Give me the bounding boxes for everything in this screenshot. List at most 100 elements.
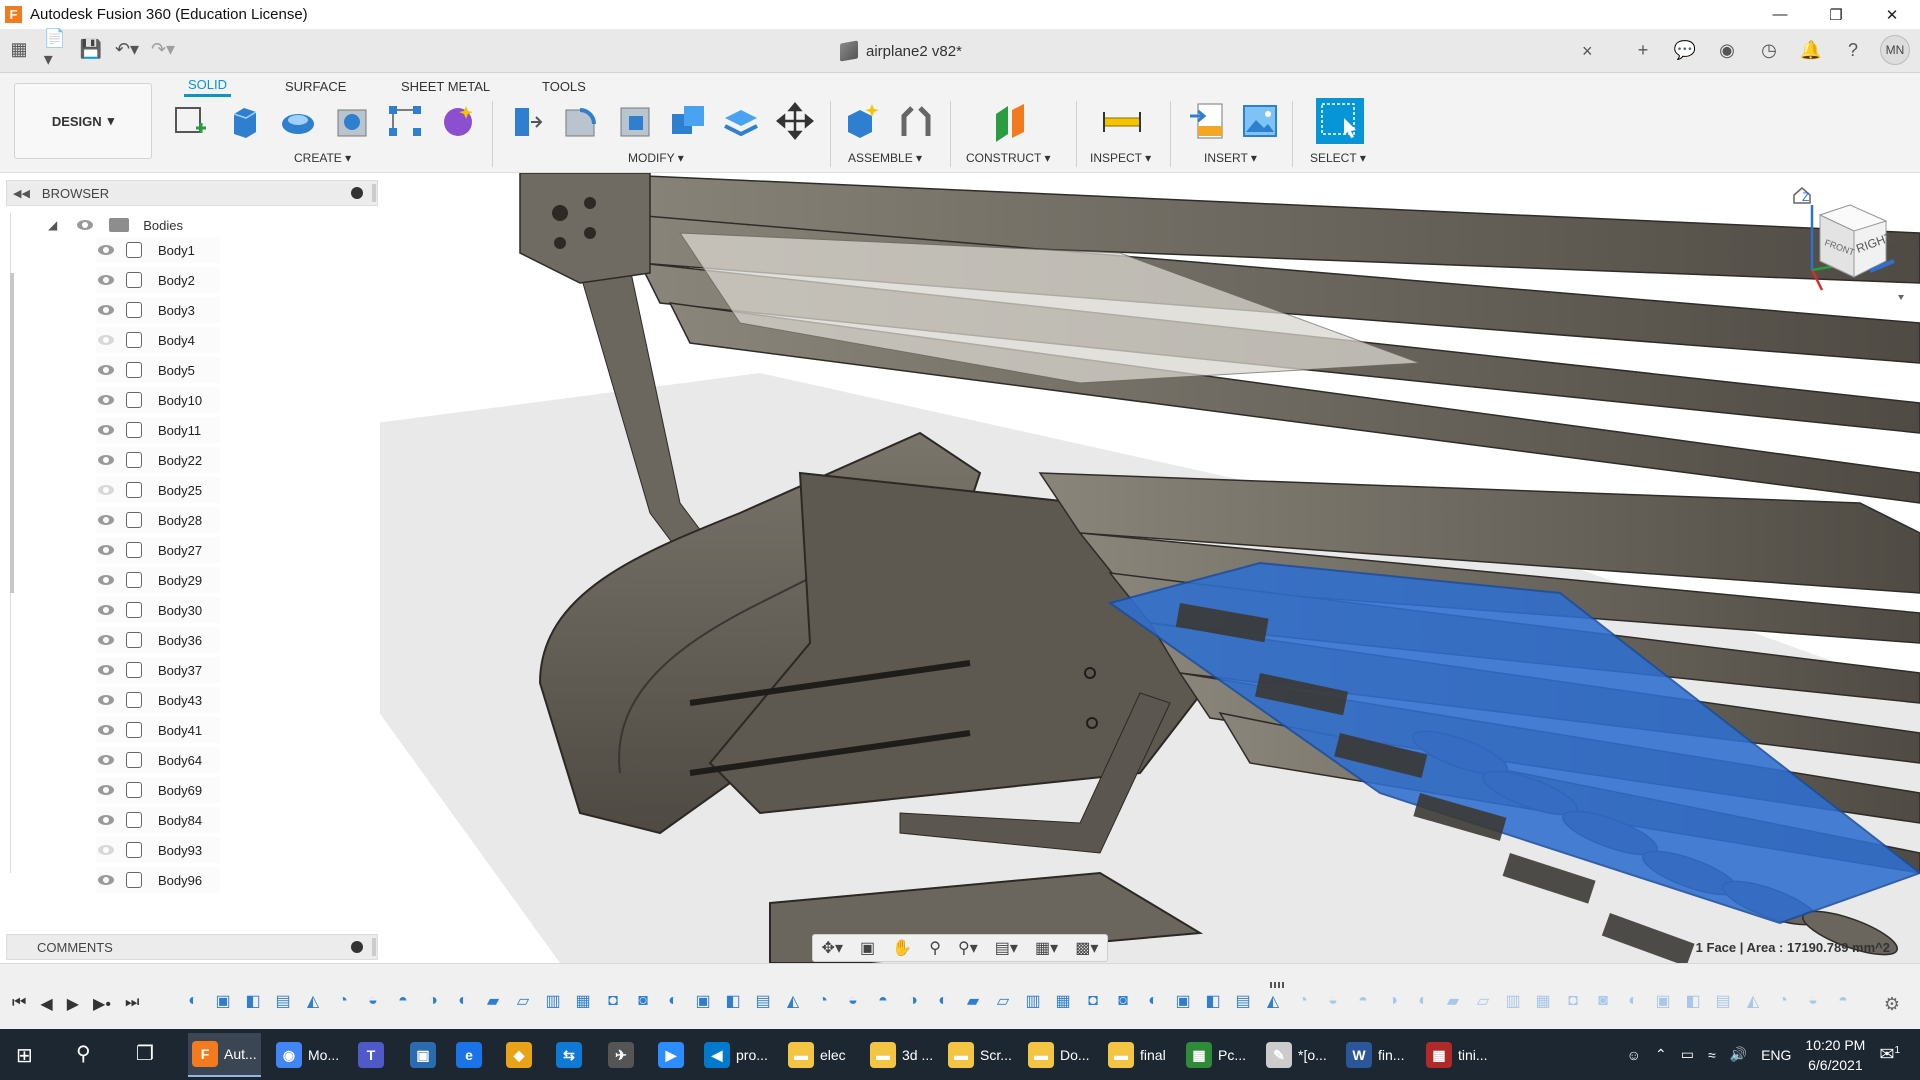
browser-body-row[interactable]: Body64 bbox=[96, 747, 220, 773]
visibility-eye-icon[interactable] bbox=[98, 395, 114, 405]
browser-body-row[interactable]: Body41 bbox=[96, 717, 220, 743]
workspace-switcher-button[interactable]: DESIGN ▾ bbox=[14, 83, 152, 159]
taskbar-app-button[interactable]: ▬ 3d ... bbox=[866, 1033, 937, 1077]
browser-body-row[interactable]: Body22 bbox=[96, 447, 220, 473]
job-status-clock-icon[interactable]: ◷ bbox=[1754, 35, 1784, 65]
assemble-menu[interactable]: ASSEMBLE ▾ bbox=[848, 151, 922, 165]
inspect-menu[interactable]: INSPECT ▾ bbox=[1090, 151, 1151, 165]
browser-body-row[interactable]: Body1 bbox=[96, 237, 220, 263]
step-back-icon[interactable]: ◀ bbox=[40, 994, 52, 1014]
comments-panel-header[interactable]: COMMENTS bbox=[6, 934, 378, 960]
timeline-feature-icon[interactable]: ◭ bbox=[300, 990, 326, 1012]
look-at-icon[interactable]: ▣ bbox=[860, 938, 875, 958]
timeline-feature-icon[interactable]: ◘ bbox=[1560, 990, 1586, 1012]
tab-surface[interactable]: SURFACE bbox=[285, 75, 346, 97]
browser-body-row[interactable]: Body3 bbox=[96, 297, 220, 323]
play-icon[interactable]: ▶ bbox=[67, 994, 79, 1014]
timeline-feature-icon[interactable]: ◭ bbox=[1740, 990, 1766, 1012]
visibility-eye-icon[interactable] bbox=[98, 485, 114, 495]
create-menu[interactable]: CREATE ▾ bbox=[294, 151, 351, 165]
browser-body-row[interactable]: Body37 bbox=[96, 657, 220, 683]
timeline-feature-icon[interactable]: ▤ bbox=[1710, 990, 1736, 1012]
browser-body-row[interactable]: Body4 bbox=[96, 327, 220, 353]
wifi-icon[interactable]: ≈ bbox=[1708, 1047, 1716, 1063]
visibility-eye-icon[interactable] bbox=[98, 305, 114, 315]
timeline-feature-icon[interactable]: ▤ bbox=[270, 990, 296, 1012]
browser-body-row[interactable]: Body96 bbox=[96, 867, 220, 893]
taskbar-app-button[interactable]: F Aut... bbox=[188, 1033, 261, 1077]
save-icon[interactable]: 💾 bbox=[80, 37, 102, 61]
timeline-feature-icon[interactable]: ◐ bbox=[1410, 990, 1436, 1012]
browser-body-row[interactable]: Body2 bbox=[96, 267, 220, 293]
extensions-icon[interactable]: ◉ bbox=[1712, 35, 1742, 65]
taskbar-app-button[interactable]: ▣ bbox=[406, 1033, 446, 1077]
visibility-eye-icon[interactable] bbox=[98, 455, 114, 465]
browser-header[interactable]: ◀◀ BROWSER bbox=[6, 180, 378, 206]
language-indicator[interactable]: ENG bbox=[1761, 1047, 1791, 1063]
timeline-feature-icon[interactable]: ◧ bbox=[1200, 990, 1226, 1012]
taskbar-app-button[interactable]: ◆ bbox=[502, 1033, 542, 1077]
timeline-feature-icon[interactable]: ▰ bbox=[480, 990, 506, 1012]
timeline-feature-icon[interactable]: ◑ bbox=[1380, 990, 1406, 1012]
timeline-feature-icon[interactable]: ▤ bbox=[750, 990, 776, 1012]
visibility-eye-icon[interactable] bbox=[98, 425, 114, 435]
new-tab-plus-icon[interactable]: + bbox=[1628, 35, 1658, 65]
browser-body-row[interactable]: Body29 bbox=[96, 567, 220, 593]
browser-body-row[interactable]: Body10 bbox=[96, 387, 220, 413]
browser-body-row[interactable]: Body84 bbox=[96, 807, 220, 833]
visibility-eye-icon[interactable] bbox=[98, 245, 114, 255]
offset-plane-icon[interactable] bbox=[990, 100, 1030, 142]
revolve-icon[interactable] bbox=[278, 100, 318, 142]
insert-menu[interactable]: INSERT ▾ bbox=[1204, 151, 1257, 165]
taskbar-app-button[interactable]: ◉ Mo... bbox=[272, 1033, 343, 1077]
combine-icon[interactable] bbox=[668, 100, 708, 142]
orbit-icon[interactable]: ✥▾ bbox=[822, 938, 843, 958]
taskbar-app-button[interactable]: e bbox=[452, 1033, 492, 1077]
select-menu[interactable]: SELECT ▾ bbox=[1310, 151, 1366, 165]
timeline-feature-icon[interactable]: ▦ bbox=[1530, 990, 1556, 1012]
zoom-icon[interactable]: ⚲ bbox=[929, 938, 941, 958]
timeline-feature-icon[interactable]: ◔ bbox=[1770, 990, 1796, 1012]
document-close-button[interactable]: × bbox=[1582, 41, 1593, 62]
go-to-end-icon[interactable]: ⏭ bbox=[125, 994, 139, 1014]
tab-solid[interactable]: SOLID bbox=[184, 75, 232, 97]
timeline-feature-icon[interactable]: ◒ bbox=[1800, 990, 1826, 1012]
browser-body-row[interactable]: Body11 bbox=[96, 417, 220, 443]
visibility-eye-icon[interactable] bbox=[77, 220, 94, 230]
timeline-marker[interactable] bbox=[1270, 982, 1286, 988]
timeline-feature-icon[interactable]: ▥ bbox=[1500, 990, 1526, 1012]
clock[interactable]: 10:20 PM 6/6/2021 bbox=[1805, 1035, 1865, 1075]
taskbar-app-button[interactable]: ▬ elec bbox=[784, 1033, 850, 1077]
extrude-icon[interactable] bbox=[224, 100, 264, 142]
canvas-viewport[interactable] bbox=[380, 173, 1920, 963]
taskbar-app-button[interactable]: ▶ bbox=[654, 1033, 694, 1077]
timeline-feature-icon[interactable]: ◓ bbox=[870, 990, 896, 1012]
show-hidden-icons-chevron[interactable]: ⌃ bbox=[1655, 1046, 1667, 1063]
timeline-settings-gear-icon[interactable]: ⚙ bbox=[1884, 994, 1900, 1015]
timeline-feature-icon[interactable]: ◒ bbox=[360, 990, 386, 1012]
timeline-feature-icon[interactable]: ▣ bbox=[210, 990, 236, 1012]
timeline-feature-icon[interactable]: ◔ bbox=[810, 990, 836, 1012]
minimize-button[interactable]: — bbox=[1752, 0, 1808, 29]
create-sketch-icon[interactable] bbox=[170, 100, 210, 142]
expand-triangle-icon[interactable]: ◢ bbox=[48, 218, 57, 232]
visibility-eye-icon[interactable] bbox=[98, 605, 114, 615]
grid-settings-icon[interactable]: ▦▾ bbox=[1035, 938, 1058, 958]
data-panel-grid-icon[interactable]: ▦ bbox=[8, 37, 30, 61]
pattern-icon[interactable] bbox=[385, 100, 425, 142]
visibility-eye-icon[interactable] bbox=[98, 785, 114, 795]
visibility-eye-icon[interactable] bbox=[98, 875, 114, 885]
close-window-button[interactable]: ✕ bbox=[1864, 0, 1920, 29]
construct-menu[interactable]: CONSTRUCT ▾ bbox=[966, 151, 1051, 165]
timeline-feature-icon[interactable]: ◘ bbox=[1080, 990, 1106, 1012]
timeline-feature-icon[interactable]: ▰ bbox=[1440, 990, 1466, 1012]
taskbar-app-button[interactable]: ▬ final bbox=[1104, 1033, 1170, 1077]
timeline-feature-icon[interactable]: ◙ bbox=[630, 990, 656, 1012]
fit-zoom-icon[interactable]: ⚲▾ bbox=[958, 938, 978, 958]
visibility-eye-icon[interactable] bbox=[98, 695, 114, 705]
airplane-model[interactable] bbox=[380, 173, 1920, 963]
step-forward-icon[interactable]: ▶• bbox=[93, 994, 111, 1014]
visibility-eye-icon[interactable] bbox=[98, 665, 114, 675]
display-settings-icon[interactable]: ▤▾ bbox=[995, 938, 1018, 958]
visibility-eye-icon[interactable] bbox=[98, 515, 114, 525]
